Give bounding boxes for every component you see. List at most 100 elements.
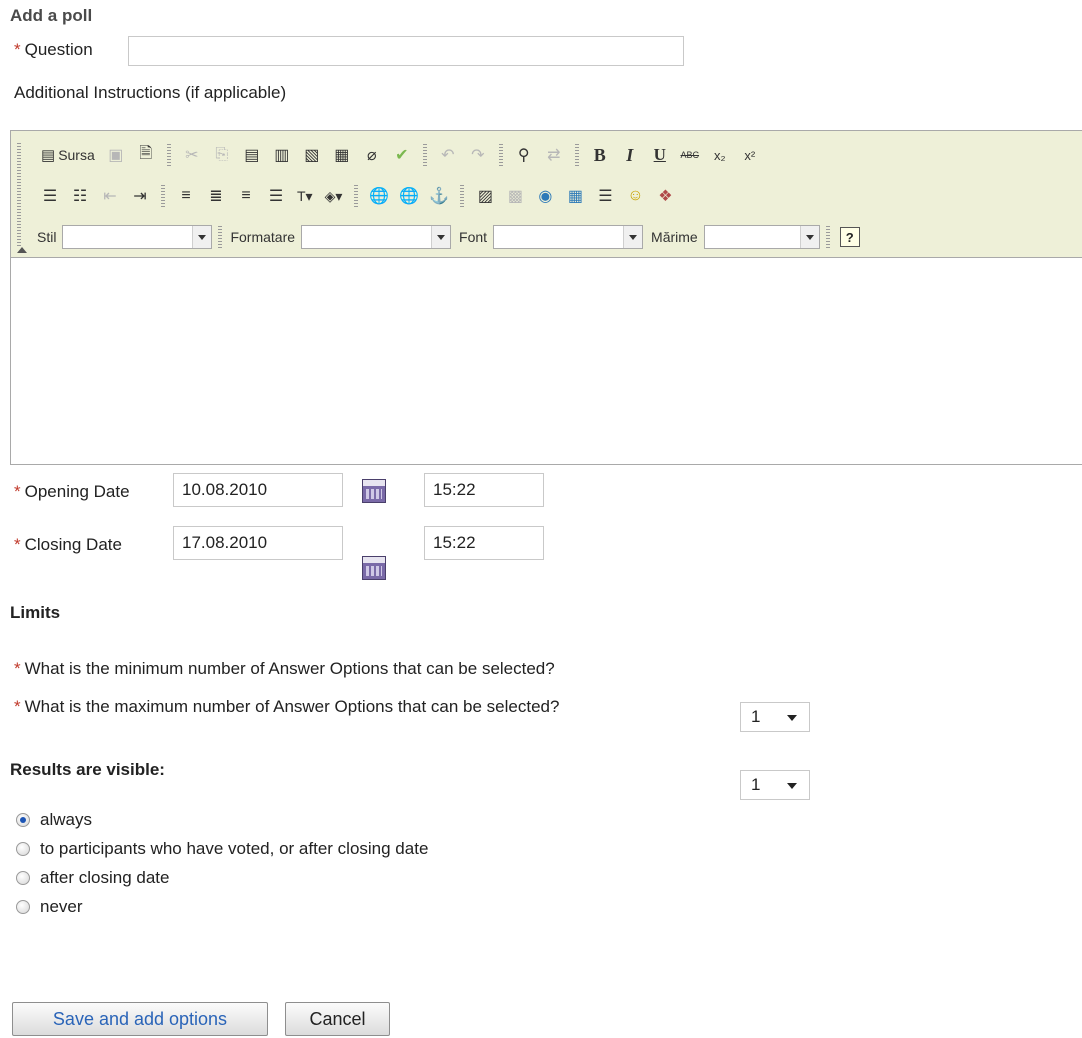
smiley-icon[interactable]: ☺	[622, 184, 648, 208]
toolbar-separator	[354, 185, 359, 207]
bold-button[interactable]: B	[587, 143, 613, 167]
outdent-icon[interactable]: ⇤	[97, 184, 123, 208]
min-options-value: 1	[751, 707, 761, 726]
save-and-add-options-button[interactable]: Save and add options	[12, 1002, 268, 1036]
required-marker: *	[14, 40, 21, 59]
chevron-down-icon	[787, 783, 797, 789]
visibility-option-never[interactable]: never	[16, 897, 428, 917]
closing-date-label: Closing Date	[24, 535, 122, 554]
numbered-list-icon[interactable]: ☰	[37, 184, 63, 208]
toolbar-separator	[825, 226, 830, 248]
question-label-row: * Question	[14, 40, 93, 60]
radio-button[interactable]	[16, 871, 30, 885]
link-icon[interactable]: 🌐	[366, 184, 392, 208]
underline-button[interactable]: U	[647, 143, 673, 167]
justify-icon[interactable]: ☰	[263, 184, 289, 208]
format-label: Formatare	[230, 229, 296, 245]
anchor-icon[interactable]: ⚓	[426, 184, 452, 208]
superscript-icon[interactable]: x²	[737, 143, 763, 167]
toolbar-collapse-handle[interactable]	[13, 131, 31, 255]
radio-button[interactable]	[16, 842, 30, 856]
size-select[interactable]	[703, 225, 820, 249]
horizontal-rule-icon[interactable]: ☰	[592, 184, 618, 208]
required-marker: *	[14, 535, 21, 554]
font-label: Font	[459, 229, 488, 245]
chevron-down-icon	[799, 226, 819, 248]
instructions-label: Additional Instructions (if applicable)	[14, 83, 287, 102]
indent-icon[interactable]: ⇥	[127, 184, 153, 208]
max-options-label: What is the maximum number of Answer Opt…	[24, 697, 560, 716]
max-options-value: 1	[751, 775, 761, 794]
chevron-down-icon	[192, 226, 212, 248]
toolbar-separator	[161, 185, 165, 207]
editor-content-area[interactable]	[11, 258, 1082, 464]
limits-heading: Limits	[10, 603, 61, 622]
max-options-label-row: * What is the maximum number of Answer Op…	[14, 697, 559, 717]
undo-icon[interactable]: ↶	[435, 143, 461, 167]
paste-text-icon[interactable]: ▥	[269, 143, 295, 167]
style-select[interactable]	[62, 225, 213, 249]
media-icon[interactable]: ◉	[532, 184, 558, 208]
closing-time-input[interactable]	[424, 526, 544, 560]
select-all-icon[interactable]: ▦	[329, 143, 355, 167]
chevron-down-icon	[787, 715, 797, 721]
toolbar-grip	[17, 143, 21, 247]
source-button[interactable]: ▤ Sursa	[37, 143, 99, 167]
radio-label: after closing date	[40, 868, 170, 887]
spellcheck-icon[interactable]: ✔	[389, 143, 415, 167]
unlink-icon[interactable]: 🌐	[396, 184, 422, 208]
toolbar-separator	[422, 144, 427, 166]
flash-icon[interactable]: ▩	[502, 184, 528, 208]
closing-date-input[interactable]	[173, 526, 343, 560]
source-icon: ▤	[41, 147, 56, 164]
required-marker: *	[14, 659, 21, 678]
max-options-select[interactable]: 1	[740, 770, 810, 800]
help-icon[interactable]: ?	[839, 227, 860, 247]
size-label: Mărime	[651, 229, 698, 245]
cancel-button[interactable]: Cancel	[285, 1002, 390, 1036]
find-icon[interactable]: ⚲	[511, 143, 537, 167]
format-select[interactable]	[301, 225, 452, 249]
visibility-option-voted[interactable]: to participants who have voted, or after…	[16, 839, 428, 859]
font-select[interactable]	[493, 225, 644, 249]
templates-icon[interactable]: 🗎	[133, 143, 159, 167]
table-icon[interactable]: ▦	[562, 184, 588, 208]
question-input[interactable]	[128, 36, 684, 66]
toolbar-separator	[574, 144, 579, 166]
chevron-down-icon	[431, 226, 451, 248]
bg-color-icon[interactable]: ◈▾	[321, 184, 347, 208]
min-options-select[interactable]: 1	[740, 702, 810, 732]
radio-button[interactable]	[16, 900, 30, 914]
strike-button[interactable]: ABC	[677, 143, 703, 167]
text-color-icon[interactable]: T▾	[293, 184, 317, 208]
radio-button[interactable]	[16, 813, 30, 827]
remove-format-icon[interactable]: ⌀	[359, 143, 385, 167]
paste-word-icon[interactable]: ▧	[299, 143, 325, 167]
image-icon[interactable]: ▨	[472, 184, 498, 208]
visibility-option-always[interactable]: always	[16, 810, 428, 830]
opening-date-input[interactable]	[173, 473, 343, 507]
paste-icon[interactable]: ▣	[103, 143, 129, 167]
visibility-radio-group: always to participants who have voted, o…	[16, 810, 428, 917]
align-left-icon[interactable]: ≡	[173, 184, 199, 208]
align-right-icon[interactable]: ≡	[233, 184, 259, 208]
redo-icon[interactable]: ↷	[465, 143, 491, 167]
align-center-icon[interactable]: ≣	[203, 184, 229, 208]
bulleted-list-icon[interactable]: ☷	[67, 184, 93, 208]
italic-button[interactable]: I	[617, 143, 643, 167]
rich-text-editor: ▤ Sursa ▣ 🗎 ✂ ⎘ ▤ ▥ ▧ ▦ ⌀ ✔ ↶ ↷ ⚲ ⇄ B I …	[10, 130, 1082, 465]
calendar-icon[interactable]	[362, 479, 386, 503]
chevron-down-icon	[623, 226, 643, 248]
calendar-icon[interactable]	[362, 556, 386, 580]
subscript-icon[interactable]: x₂	[707, 143, 733, 167]
cut-icon[interactable]: ✂	[179, 143, 205, 167]
toolbar-row-3: Stil Formatare Font Mărime ?	[35, 222, 860, 252]
collapse-triangle-icon	[17, 247, 27, 253]
paste-clipboard-icon[interactable]: ▤	[239, 143, 265, 167]
opening-time-input[interactable]	[424, 473, 544, 507]
visibility-option-after-closing[interactable]: after closing date	[16, 868, 428, 888]
copy-icon[interactable]: ⎘	[209, 143, 235, 167]
replace-icon[interactable]: ⇄	[541, 143, 567, 167]
special-char-icon[interactable]: ❖	[652, 184, 678, 208]
toolbar-separator	[498, 144, 503, 166]
